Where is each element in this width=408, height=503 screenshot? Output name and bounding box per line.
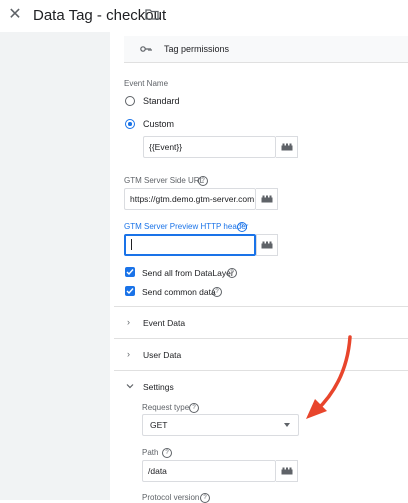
variable-picker-button[interactable] [256, 234, 278, 256]
variable-icon [261, 241, 273, 249]
section-user-data[interactable]: User Data [143, 350, 181, 360]
variable-icon [281, 467, 292, 475]
check-icon [126, 269, 134, 276]
chevron-right-icon[interactable]: › [127, 349, 130, 359]
radio-standard[interactable] [125, 96, 135, 106]
folder-icon[interactable] [145, 8, 159, 20]
protocol-version-label: Protocol version [142, 493, 200, 502]
tag-permissions-label: Tag permissions [164, 44, 230, 54]
help-icon[interactable]: ? [198, 176, 208, 186]
help-icon[interactable]: ? [162, 448, 172, 458]
annotation-arrow-icon [306, 335, 352, 419]
section-settings[interactable]: Settings [143, 382, 174, 392]
background-panel [0, 32, 110, 500]
variable-icon [261, 195, 272, 203]
help-icon[interactable]: ? [200, 493, 210, 503]
server-url-input[interactable]: https://gtm.demo.gtm-server.com [124, 188, 256, 210]
help-icon[interactable]: ? [212, 287, 222, 297]
preview-header-input[interactable] [124, 234, 256, 256]
dropdown-caret-icon [284, 423, 290, 427]
text-cursor [131, 239, 132, 250]
path-label: Path [142, 448, 159, 457]
send-common-data-checkbox[interactable] [125, 286, 135, 296]
chevron-down-icon[interactable] [126, 383, 134, 389]
variable-picker-button[interactable] [276, 460, 298, 482]
variable-picker-button[interactable] [276, 136, 298, 158]
preview-header-label: GTM Server Preview HTTP header [124, 222, 249, 231]
radio-standard-label: Standard [143, 96, 180, 106]
send-all-datalayer-checkbox[interactable] [125, 267, 135, 277]
variable-picker-button[interactable] [256, 188, 278, 210]
close-icon[interactable]: ✕ [6, 6, 24, 24]
divider [114, 370, 408, 371]
divider [114, 306, 408, 307]
send-common-data-label: Send common data [142, 287, 216, 297]
request-type-select[interactable]: GET [142, 414, 299, 436]
radio-custom-label: Custom [143, 119, 175, 129]
section-event-data[interactable]: Event Data [143, 318, 185, 328]
help-icon[interactable]: ? [189, 403, 199, 413]
request-type-label: Request type [142, 403, 190, 412]
custom-event-input[interactable]: {{Event}} [143, 136, 276, 158]
request-type-value: GET [150, 420, 168, 430]
divider [114, 338, 408, 339]
check-icon [126, 288, 134, 295]
variable-icon [281, 143, 292, 151]
help-icon[interactable]: ? [237, 222, 247, 232]
server-url-label: GTM Server Side URL [124, 176, 205, 185]
path-input[interactable]: /data [142, 460, 276, 482]
help-icon[interactable]: ? [227, 268, 237, 278]
chevron-right-icon[interactable]: › [127, 317, 130, 327]
radio-custom[interactable] [125, 119, 135, 129]
send-all-datalayer-label: Send all from DataLayer [142, 268, 234, 278]
key-icon [140, 42, 152, 56]
event-name-label: Event Name [124, 79, 169, 88]
top-bar: ✕ Data Tag - checkout [0, 0, 408, 32]
